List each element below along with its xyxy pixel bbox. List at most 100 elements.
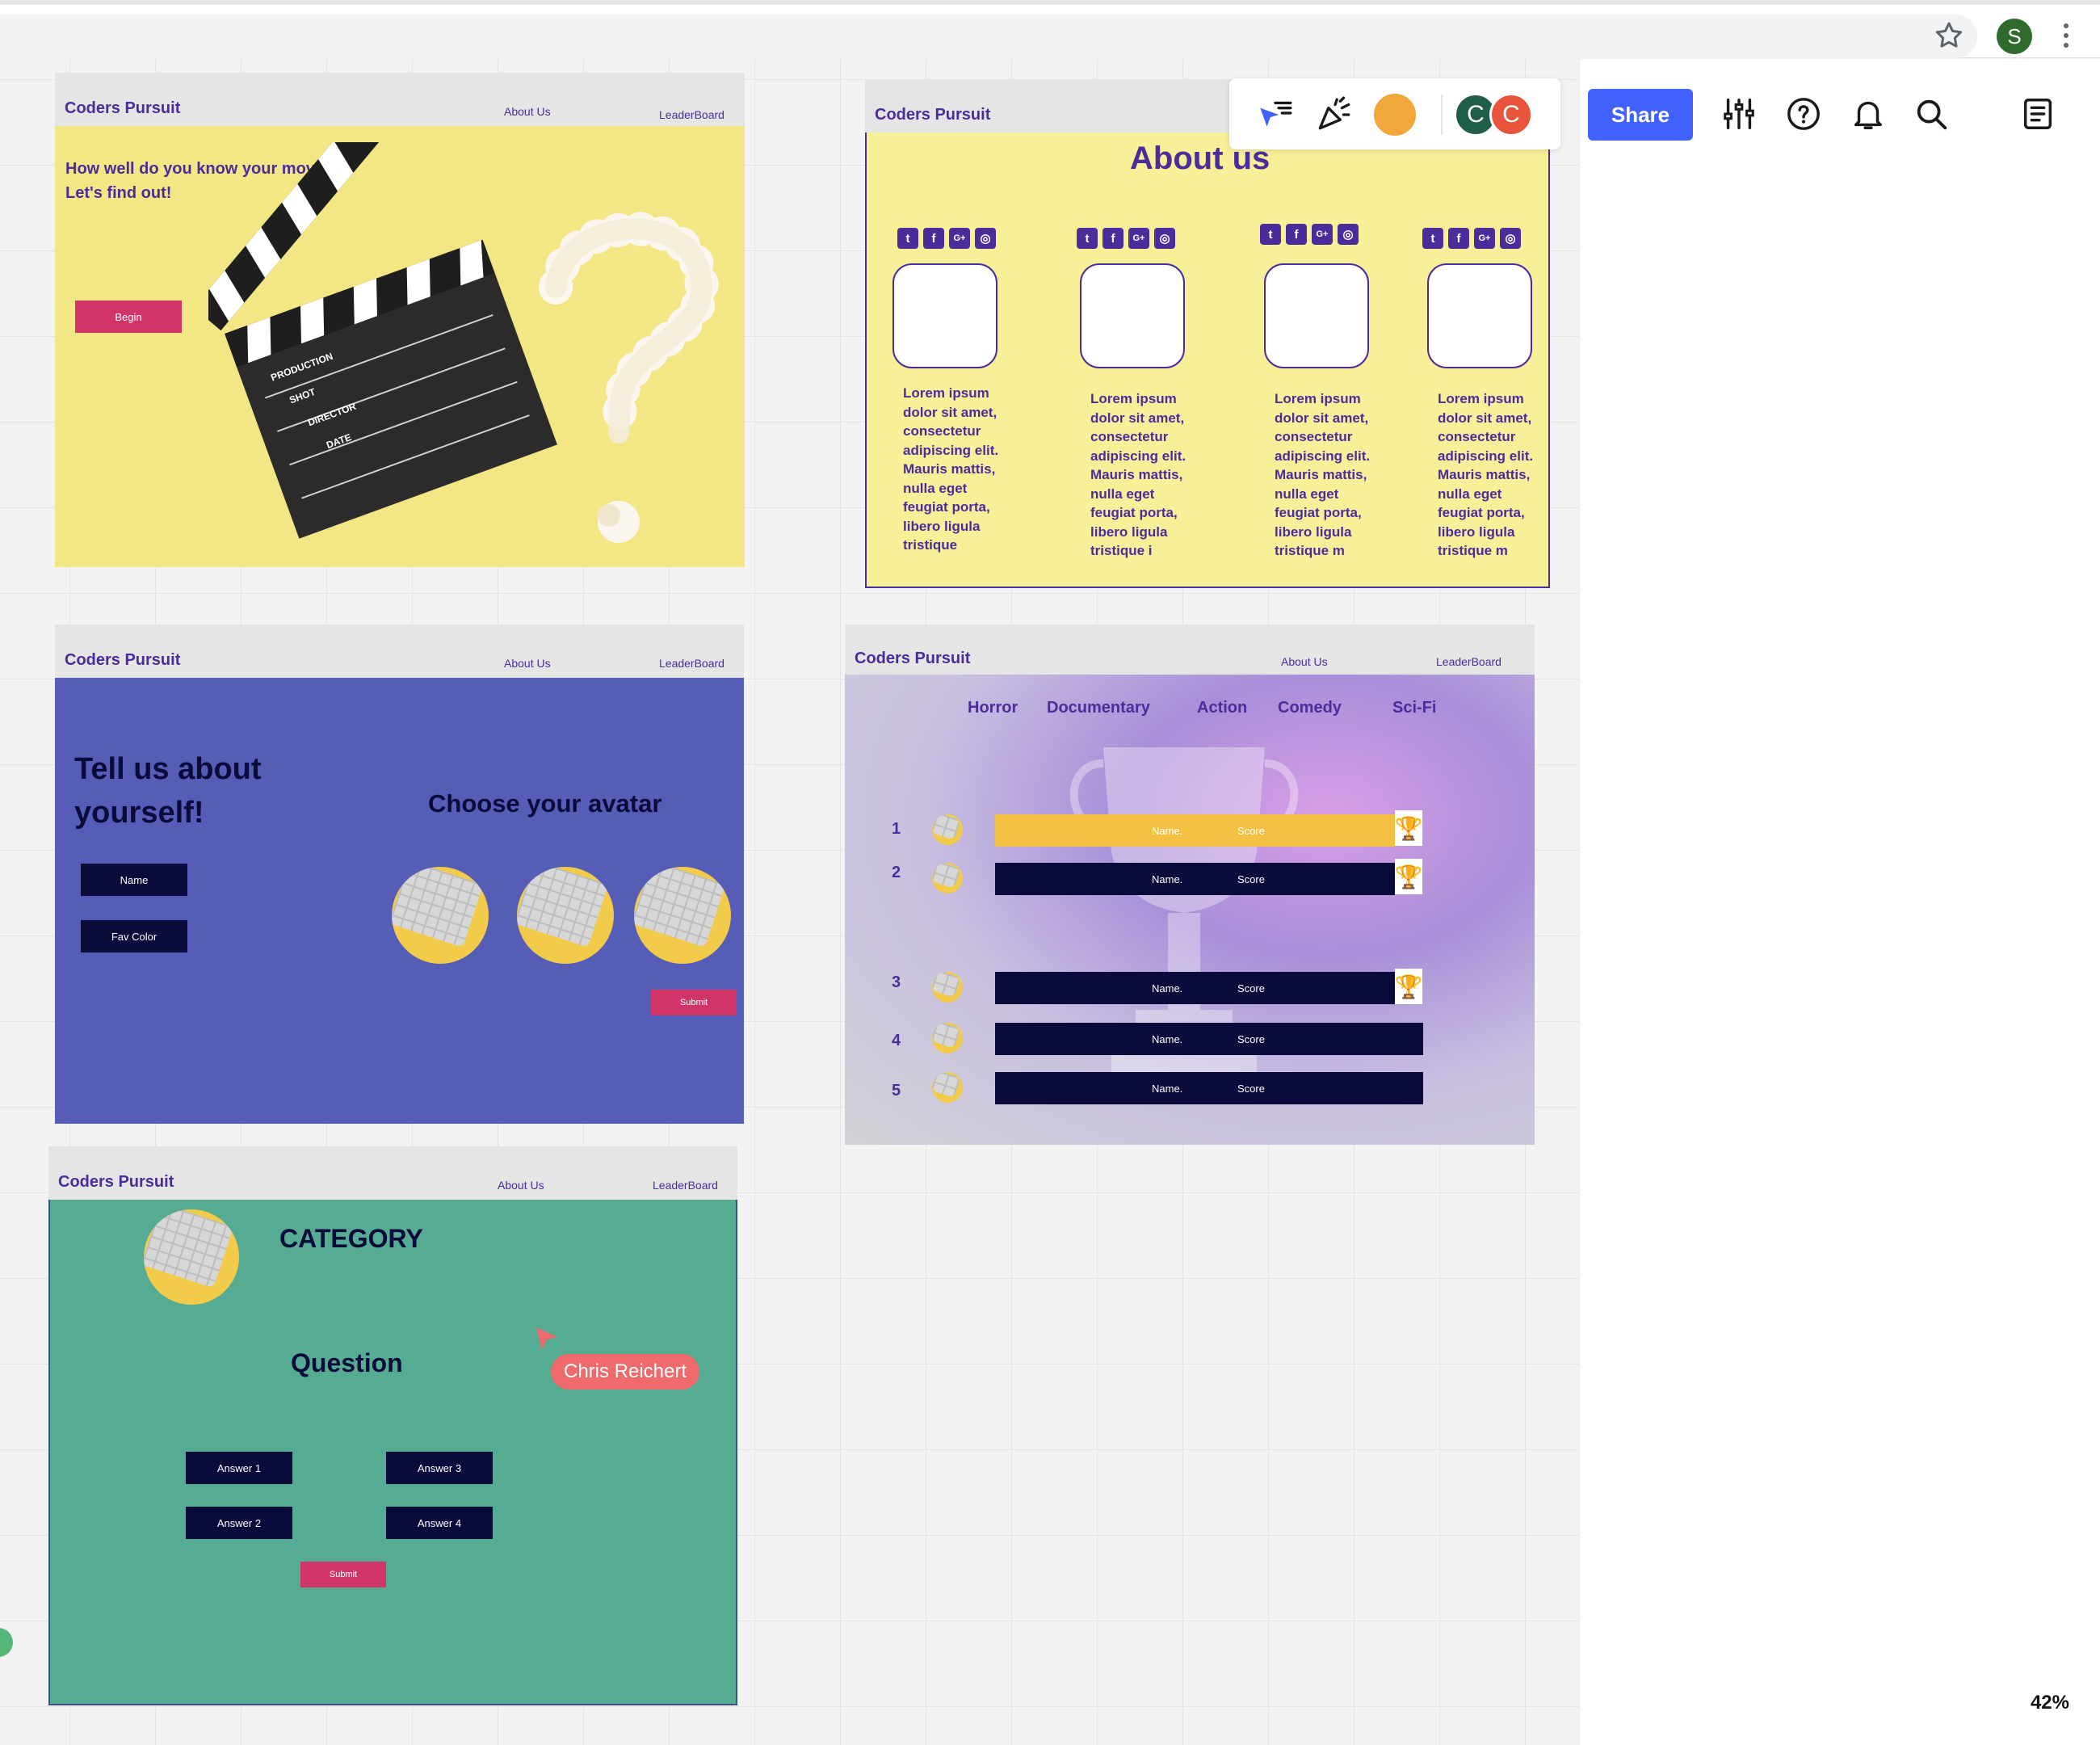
share-button[interactable]: Share <box>1588 89 1693 141</box>
avatar-option[interactable] <box>634 867 731 964</box>
answer-4-button[interactable]: Answer 4 <box>386 1507 493 1539</box>
question-submit-button[interactable]: Submit <box>300 1562 386 1587</box>
notes-icon[interactable] <box>2019 95 2056 132</box>
more-menu-icon[interactable] <box>2058 19 2074 52</box>
answer-3-button[interactable]: Answer 3 <box>386 1452 493 1484</box>
profile-heading: Tell us about yourself! <box>74 747 262 835</box>
rank-number: 5 <box>892 1082 901 1100</box>
avatar-option[interactable] <box>392 867 489 964</box>
genre-tab-action[interactable]: Action <box>1197 699 1247 717</box>
frame-home[interactable]: Coders Pursuit About Us LeaderBoard How … <box>55 73 745 567</box>
google-plus-icon[interactable]: G+ <box>949 228 970 249</box>
nav-about-link[interactable]: About Us <box>498 1179 544 1192</box>
frame-about[interactable]: Coders Pursuit About us t f G+ ◎ t f G+ … <box>865 79 1550 588</box>
leaderboard-row[interactable]: Name. Score <box>995 972 1395 1004</box>
nav-leaderboard-link[interactable]: LeaderBoard <box>659 657 724 670</box>
member-photo-placeholder <box>1080 263 1185 368</box>
profile-submit-button[interactable]: Submit <box>651 990 737 1015</box>
selected-avatar <box>144 1209 239 1305</box>
leaderboard-row[interactable]: Name. Score <box>995 1023 1423 1055</box>
nav-about-link[interactable]: About Us <box>504 657 551 670</box>
facebook-icon[interactable]: f <box>923 228 944 249</box>
brand-title: Coders Pursuit <box>58 1173 174 1191</box>
instagram-icon[interactable]: ◎ <box>1154 228 1175 249</box>
member-bio: Lorem ipsum dolor sit amet, consectetur … <box>1275 391 1371 558</box>
name-field[interactable]: Name <box>81 864 187 896</box>
timer-avatar-icon[interactable] <box>1371 91 1418 138</box>
twitter-icon[interactable]: t <box>1077 228 1098 249</box>
brand-title: Coders Pursuit <box>855 650 971 667</box>
twitter-icon[interactable]: t <box>1260 224 1281 245</box>
player-name: Name. <box>1152 982 1183 994</box>
notification-bell-icon[interactable] <box>1850 95 1887 132</box>
brand-title: Coders Pursuit <box>65 99 181 117</box>
genre-tab-scifi[interactable]: Sci-Fi <box>1392 699 1436 717</box>
question-text: Question <box>291 1348 403 1377</box>
instagram-icon[interactable]: ◎ <box>1338 224 1359 245</box>
begin-button[interactable]: Begin <box>75 301 182 333</box>
popcorn-question-mark-image <box>539 212 719 543</box>
twitter-icon[interactable]: t <box>897 228 918 249</box>
frame-question[interactable]: Coders Pursuit About Us LeaderBoard CATE… <box>48 1146 737 1705</box>
rank-number: 4 <box>892 1032 901 1049</box>
google-plus-icon[interactable]: G+ <box>1312 224 1333 245</box>
collaborator-avatar[interactable]: C <box>1489 93 1533 137</box>
cursor-filter-icon[interactable] <box>1255 95 1296 135</box>
instagram-icon[interactable]: ◎ <box>1500 228 1521 249</box>
genre-tab-horror[interactable]: Horror <box>968 699 1018 717</box>
about-body: About us t f G+ ◎ t f G+ ◎ t f G+ ◎ t f … <box>865 132 1550 588</box>
facebook-icon[interactable]: f <box>1286 224 1307 245</box>
whiteboard-canvas[interactable]: Coders Pursuit About Us LeaderBoard How … <box>0 59 1579 1745</box>
nav-about-link[interactable]: About Us <box>504 105 551 118</box>
twitter-icon[interactable]: t <box>1422 228 1443 249</box>
profile-heading-line2: yourself! <box>74 796 204 830</box>
google-plus-icon[interactable]: G+ <box>1474 228 1495 249</box>
social-links: t f G+ ◎ <box>897 228 996 249</box>
frame-header: Coders Pursuit About Us LeaderBoard <box>845 624 1535 675</box>
search-icon[interactable] <box>1913 95 1950 132</box>
nav-leaderboard-link[interactable]: LeaderBoard <box>659 108 724 121</box>
celebrate-icon[interactable] <box>1313 95 1354 135</box>
member-photo-placeholder <box>1427 263 1532 368</box>
zoom-level[interactable]: 42% <box>2031 1692 2069 1714</box>
nav-about-link[interactable]: About Us <box>1281 655 1328 668</box>
nav-leaderboard-link[interactable]: LeaderBoard <box>1436 655 1502 668</box>
google-plus-icon[interactable]: G+ <box>1128 228 1149 249</box>
nav-leaderboard-link[interactable]: LeaderBoard <box>653 1179 718 1192</box>
player-avatar <box>932 1072 963 1103</box>
address-bar[interactable] <box>0 15 1977 58</box>
bookmark-star-icon[interactable] <box>1933 19 1965 52</box>
leaderboard-row[interactable]: Name. Score <box>995 863 1395 895</box>
answer-1-button[interactable]: Answer 1 <box>186 1452 292 1484</box>
answer-2-button[interactable]: Answer 2 <box>186 1507 292 1539</box>
keyboard-image <box>932 863 961 889</box>
keyboard-image <box>932 972 961 998</box>
leaderboard-row[interactable]: Name. Score <box>995 1072 1423 1104</box>
profile-avatar[interactable]: S <box>1997 19 2032 54</box>
instagram-icon[interactable]: ◎ <box>975 228 996 249</box>
facebook-icon[interactable]: f <box>1448 228 1469 249</box>
collaborator-cursor-icon <box>536 1327 557 1350</box>
rank-number: 3 <box>892 973 901 991</box>
home-hero: How well do you know your movies? Let's … <box>55 126 745 567</box>
side-panel: 42% <box>1579 59 2100 1745</box>
question-body: CATEGORY Question Answer 1 Answer 3 Answ… <box>48 1200 737 1705</box>
genre-tab-comedy[interactable]: Comedy <box>1278 699 1342 717</box>
rank-number: 2 <box>892 864 901 881</box>
gold-trophy-icon: 🏆 <box>1395 810 1422 846</box>
help-icon[interactable] <box>1785 95 1822 132</box>
frame-profile[interactable]: Coders Pursuit About Us LeaderBoard Tell… <box>55 624 744 1124</box>
leaderboard-row[interactable]: Name. Score <box>995 814 1395 847</box>
player-score: Score <box>1237 1032 1265 1045</box>
avatar-heading: Choose your avatar <box>428 789 662 818</box>
player-name: Name. <box>1152 872 1183 885</box>
avatar-option[interactable] <box>517 867 614 964</box>
member-photo-placeholder <box>892 263 998 368</box>
settings-sliders-icon[interactable] <box>1720 95 1758 132</box>
toolbar-divider <box>1441 95 1443 135</box>
player-avatar <box>932 1023 963 1053</box>
facebook-icon[interactable]: f <box>1102 228 1124 249</box>
genre-tab-documentary[interactable]: Documentary <box>1047 699 1150 717</box>
fav-color-field[interactable]: Fav Color <box>81 920 187 952</box>
brand-title: Coders Pursuit <box>875 106 991 124</box>
